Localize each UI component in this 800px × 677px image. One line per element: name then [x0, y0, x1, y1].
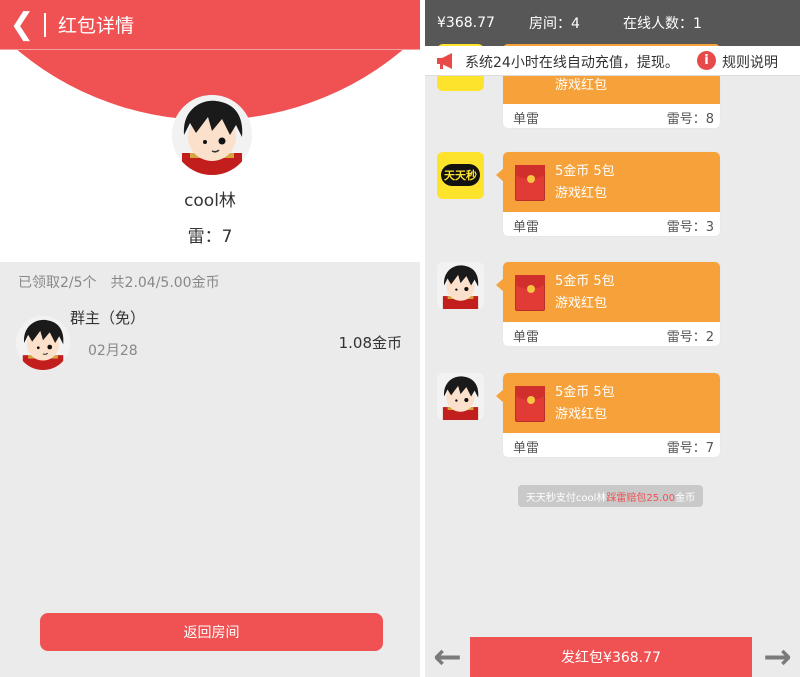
balance: ¥368.77 — [437, 15, 495, 31]
sender-avatar — [172, 95, 252, 175]
chat-room-panel: ¥368.77 房间：4 在线人数：1 系统24小时在线自动充值，提现。 i 规… — [425, 0, 800, 677]
red-envelope-icon — [515, 165, 545, 201]
receive-amount: 1.08金币 — [338, 334, 402, 352]
system-message-prefix: 天天秒支付cool林 — [525, 492, 607, 504]
received-summary: 已领取2/5个 共2.04/5.00金币 — [18, 275, 220, 291]
detail-title-bar: ❮ 红包详情 — [0, 0, 420, 50]
record-row: 群主（免） 02月28 1.08金币 — [0, 300, 420, 380]
return-room-button[interactable]: 返回房间 — [40, 613, 383, 651]
receiver-avatar — [16, 316, 70, 370]
chat-message: 天天秒 5金币 5包 游戏红包 单雷 雷号：3 — [425, 152, 800, 262]
red-packet-detail-panel: ❮ 红包详情 cool林 雷：7 已领取2/5个 共2.04/5.00金币 群主… — [0, 0, 420, 677]
receive-date: 02月28 — [88, 343, 138, 359]
cartoon-boy-image — [437, 373, 484, 420]
send-red-packet-button[interactable]: 发红包¥368.77 — [470, 637, 752, 677]
system-message-suffix: 金币 — [675, 492, 696, 504]
packet-coins: 5金币 5包 — [555, 164, 615, 179]
packet-coins: 5金币 5包 — [555, 274, 615, 289]
notice-text: 系统24小时在线自动充值，提现。 — [465, 55, 679, 71]
cartoon-boy-avatar — [437, 373, 484, 420]
chevron-left-icon: ❮ — [9, 7, 35, 42]
online-count: 在线人数：1 — [623, 16, 702, 32]
receiver-name: 群主（免） — [70, 309, 146, 327]
single-mine-label: 单雷 — [513, 112, 540, 127]
single-mine-label: 单雷 — [513, 220, 540, 235]
bottom-action-bar: ← 发红包¥368.77 → — [425, 637, 800, 677]
system-message-highlight: 踩雷赔包25.00 — [606, 492, 676, 504]
packet-type: 游戏红包 — [555, 296, 608, 311]
chat-message: 5金币 5包 游戏红包 单雷 雷号：2 — [425, 262, 800, 372]
red-packet-bubble[interactable]: 5金币 5包 游戏红包 单雷 雷号：2 — [503, 262, 720, 346]
cartoon-boy-avatar — [437, 262, 484, 309]
red-packet-bubble[interactable]: 5金币 5包 游戏红包 单雷 雷号：3 — [503, 152, 720, 236]
cartoon-boy-avatar — [16, 316, 70, 370]
info-icon[interactable]: i — [697, 51, 716, 70]
mine-number-label: 雷号：7 — [666, 441, 714, 456]
cartoon-boy-image — [437, 262, 484, 309]
single-mine-label: 单雷 — [513, 441, 540, 456]
logo-text: 天天秒 — [441, 164, 480, 186]
mine-number-label: 雷号：2 — [666, 330, 714, 345]
mine-number-label: 雷号：8 — [666, 112, 714, 127]
red-packet-bubble[interactable]: 5金币 5包 游戏红包 单雷 雷号：7 — [503, 373, 720, 457]
megaphone-icon — [437, 53, 452, 69]
packet-type: 游戏红包 — [555, 407, 608, 422]
single-mine-label: 单雷 — [513, 330, 540, 345]
tiantianmiao-logo: 天天秒 — [437, 152, 484, 199]
rules-link[interactable]: 规则说明 — [722, 52, 778, 72]
packet-type: 游戏红包 — [555, 186, 608, 201]
arrow-right-icon[interactable]: → — [755, 637, 800, 677]
notice-bar-overlay: 系统24小时在线自动充值，提现。 i 规则说明 — [425, 46, 800, 76]
page-title: 红包详情 — [58, 15, 135, 37]
header-separator — [44, 12, 46, 37]
room-number: 房间：4 — [529, 16, 580, 32]
cartoon-boy-avatar — [172, 95, 252, 175]
system-message: 天天秒支付cool林 踩雷赔包25.00 金币 — [518, 485, 703, 507]
back-button[interactable]: ❮ — [0, 0, 44, 50]
arrow-left-icon[interactable]: ← — [425, 637, 470, 677]
packet-type: 游戏红包 — [555, 78, 608, 93]
mine-number: 雷：7 — [187, 227, 233, 247]
sender-name: cool林 — [184, 191, 236, 211]
red-envelope-icon — [515, 386, 545, 422]
room-status-bar: ¥368.77 房间：4 在线人数：1 — [425, 0, 800, 46]
packet-coins: 5金币 5包 — [555, 385, 615, 400]
mine-number-label: 雷号：3 — [666, 220, 714, 235]
chat-message: 5金币 5包 游戏红包 单雷 雷号：7 — [425, 373, 800, 483]
red-envelope-icon — [515, 275, 545, 311]
